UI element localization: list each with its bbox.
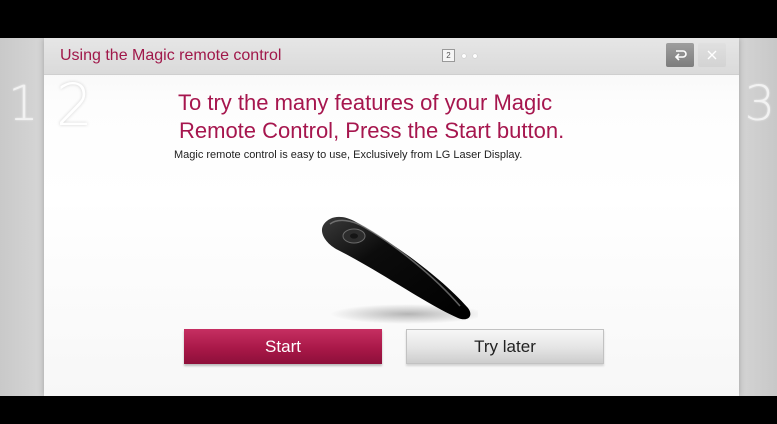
next-step-number: 3 <box>744 76 775 132</box>
headline-line-1: To try the many features of your Magic <box>178 90 553 115</box>
page-dot[interactable] <box>473 53 477 58</box>
subtext: Magic remote control is easy to use, Exc… <box>174 149 523 161</box>
close-icon <box>707 50 717 60</box>
dialog-stage: 1 3 Using the Magic remote control 2 2 T… <box>0 38 777 396</box>
tv-screen: 1 3 Using the Magic remote control 2 2 T… <box>0 0 777 424</box>
prev-step-number: 1 <box>8 76 39 132</box>
try-later-button[interactable]: Try later <box>406 329 604 364</box>
close-button[interactable] <box>698 43 726 67</box>
page-indicator-current: 2 <box>442 49 455 62</box>
title-bar: Using the Magic remote control 2 <box>44 38 739 75</box>
tutorial-card: Using the Magic remote control 2 2 To tr… <box>44 38 739 396</box>
back-arrow-icon <box>674 50 687 61</box>
headline: To try the many features of your Magic R… <box>178 89 618 145</box>
next-step-panel[interactable]: 3 <box>739 38 777 396</box>
start-button[interactable]: Start <box>184 329 382 364</box>
page-indicator: 2 <box>442 49 477 62</box>
back-button[interactable] <box>666 43 694 67</box>
dialog-title: Using the Magic remote control <box>60 47 282 64</box>
magic-remote-illustration <box>321 216 478 324</box>
headline-line-2: Remote Control, Press the Start button. <box>179 118 565 143</box>
prev-step-panel[interactable]: 1 <box>0 38 44 396</box>
page-dot[interactable] <box>462 53 466 58</box>
current-step-number: 2 <box>56 71 93 139</box>
